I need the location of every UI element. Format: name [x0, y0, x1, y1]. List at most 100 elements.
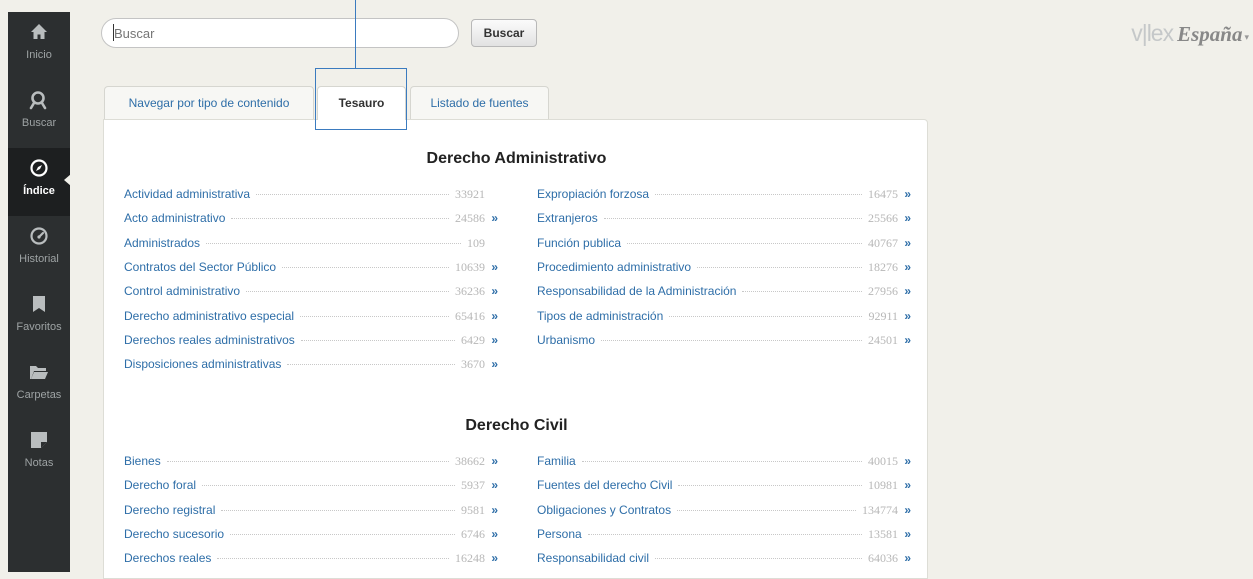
dotted-leader	[206, 242, 461, 244]
entry-link[interactable]: Contratos del Sector Público	[124, 260, 276, 274]
bookmark-icon	[33, 296, 45, 312]
entry-count: 6746	[461, 526, 485, 541]
entry-count: 36236	[455, 284, 485, 299]
entry-link[interactable]: Responsabilidad civil	[537, 551, 649, 565]
expand-chevron-icon[interactable]: »	[485, 478, 498, 492]
expand-chevron-icon[interactable]: »	[898, 527, 911, 541]
entry-link[interactable]: Actividad administrativa	[124, 187, 250, 201]
entry-link[interactable]: Tipos de administración	[537, 309, 663, 323]
dotted-leader	[300, 339, 455, 341]
annotation-pointer-line	[355, 0, 356, 68]
expand-chevron-icon[interactable]: »	[898, 309, 911, 323]
expand-chevron-icon[interactable]: »	[898, 187, 911, 201]
entry-link[interactable]: Extranjeros	[537, 211, 598, 225]
entry-link[interactable]: Urbanismo	[537, 333, 595, 347]
entry-link[interactable]: Familia	[537, 454, 576, 468]
note-icon	[31, 432, 47, 448]
entry-link[interactable]: Administrados	[124, 236, 200, 250]
sidebar-item-favoritos[interactable]: Favoritos	[8, 284, 70, 352]
dotted-leader	[256, 194, 449, 195]
brand-selector[interactable]: v|lex España ▾	[1131, 20, 1249, 48]
expand-chevron-icon[interactable]: »	[898, 503, 911, 517]
entry-count: 92911	[868, 308, 898, 323]
thesaurus-entry: Control administrativo 36236»	[124, 284, 498, 302]
expand-chevron-icon[interactable]: »	[485, 333, 498, 347]
expand-chevron-icon[interactable]: »	[898, 551, 911, 565]
expand-chevron-icon[interactable]: »	[485, 454, 498, 468]
expand-chevron-icon[interactable]: »	[485, 527, 498, 541]
expand-chevron-icon[interactable]: »	[485, 357, 498, 371]
sidebar-item-label: Buscar	[21, 117, 57, 129]
expand-chevron-icon[interactable]: »	[485, 284, 498, 298]
sidebar-item-carpetas[interactable]: Carpetas	[8, 352, 70, 420]
thesaurus-entry: Derecho administrativo especial 65416»	[124, 309, 498, 327]
expand-chevron-icon[interactable]: »	[898, 236, 911, 250]
expand-chevron-icon[interactable]: »	[898, 454, 911, 468]
entry-link[interactable]: Derechos reales administrativos	[124, 333, 295, 347]
sidebar-item-label: Inicio	[26, 49, 52, 61]
expand-chevron-icon[interactable]: »	[485, 309, 498, 323]
entry-link[interactable]: Derecho administrativo especial	[124, 309, 294, 323]
thesaurus-entry: Familia 40015»	[537, 454, 911, 472]
entry-link[interactable]: Expropiación forzosa	[537, 187, 649, 201]
entry-link[interactable]: Responsabilidad de la Administración	[537, 284, 736, 298]
entry-link[interactable]: Derechos reales	[124, 551, 211, 565]
thesaurus-entry: Acto administrativo 24586»	[124, 211, 498, 229]
search-icon	[29, 91, 47, 110]
entry-link[interactable]: Derecho foral	[124, 478, 196, 492]
expand-chevron-icon[interactable]: »	[485, 211, 498, 225]
search-button[interactable]: Buscar	[471, 19, 537, 47]
entry-count: 40767	[868, 235, 898, 250]
entry-link[interactable]: Control administrativo	[124, 284, 240, 298]
entry-count: 10981	[868, 478, 898, 493]
sidebar-item-notas[interactable]: Notas	[8, 420, 70, 488]
entry-count: 33921	[455, 187, 485, 201]
sidebar-item-historial[interactable]: Historial	[8, 216, 70, 284]
dotted-leader	[742, 291, 862, 293]
entry-link[interactable]: Derecho sucesorio	[124, 527, 224, 541]
tab-navegar-por-tipo[interactable]: Navegar por tipo de contenido	[104, 86, 314, 119]
thesaurus-entry: Derecho registral 9581»	[124, 503, 498, 521]
expand-chevron-icon[interactable]: »	[898, 333, 911, 347]
entry-link[interactable]: Procedimiento administrativo	[537, 260, 691, 274]
dotted-leader	[603, 218, 862, 220]
entry-count: 6429	[461, 332, 485, 347]
expand-chevron-icon[interactable]: »	[485, 260, 498, 274]
thesaurus-entry: Bienes 38662»	[124, 454, 498, 472]
entry-link[interactable]: Disposiciones administrativas	[124, 357, 281, 371]
entry-count: 10639	[455, 259, 485, 274]
entry-link[interactable]: Obligaciones y Contratos	[537, 503, 671, 517]
search-input[interactable]	[101, 18, 459, 48]
thesaurus-entry: Expropiación forzosa 16475»	[537, 187, 911, 205]
entry-count: 24501	[868, 332, 898, 347]
expand-chevron-icon[interactable]: »	[898, 211, 911, 225]
entry-count: 3670	[461, 357, 485, 372]
sidebar-item-buscar[interactable]: Buscar	[8, 80, 70, 148]
thesaurus-entry: Derechos reales 16248»	[124, 551, 498, 569]
thesaurus-entry: Obligaciones y Contratos 134774»	[537, 503, 911, 521]
active-indicator	[64, 174, 71, 186]
left-sidebar: Inicio Buscar Índice Historial Favoritos	[8, 12, 71, 572]
thesaurus-entry: Responsabilidad de la Administración 2795…	[537, 284, 911, 302]
sidebar-item-label: Carpetas	[16, 389, 62, 401]
entry-count: 9581	[461, 502, 485, 517]
entry-link[interactable]: Persona	[537, 527, 582, 541]
expand-chevron-icon[interactable]: »	[898, 260, 911, 274]
expand-chevron-icon[interactable]: »	[485, 503, 498, 517]
entry-link[interactable]: Acto administrativo	[124, 211, 225, 225]
entry-count: 27956	[868, 284, 898, 299]
expand-chevron-icon[interactable]: »	[898, 284, 911, 298]
sidebar-item-inicio[interactable]: Inicio	[8, 12, 70, 80]
thesaurus-panel: Derecho Administrativo Actividad administ…	[103, 119, 928, 579]
expand-chevron-icon[interactable]: »	[485, 551, 498, 565]
sidebar-item-indice[interactable]: Índice	[8, 148, 71, 216]
expand-chevron-icon[interactable]: »	[898, 478, 911, 492]
entry-link[interactable]: Función publica	[537, 236, 621, 250]
tab-listado-de-fuentes[interactable]: Listado de fuentes	[410, 86, 549, 119]
entry-count: 65416	[455, 308, 485, 323]
dotted-leader	[601, 339, 862, 341]
entry-link[interactable]: Bienes	[124, 454, 161, 468]
entry-link[interactable]: Derecho registral	[124, 503, 215, 517]
entry-link[interactable]: Fuentes del derecho Civil	[537, 478, 672, 492]
dotted-leader	[627, 242, 862, 244]
